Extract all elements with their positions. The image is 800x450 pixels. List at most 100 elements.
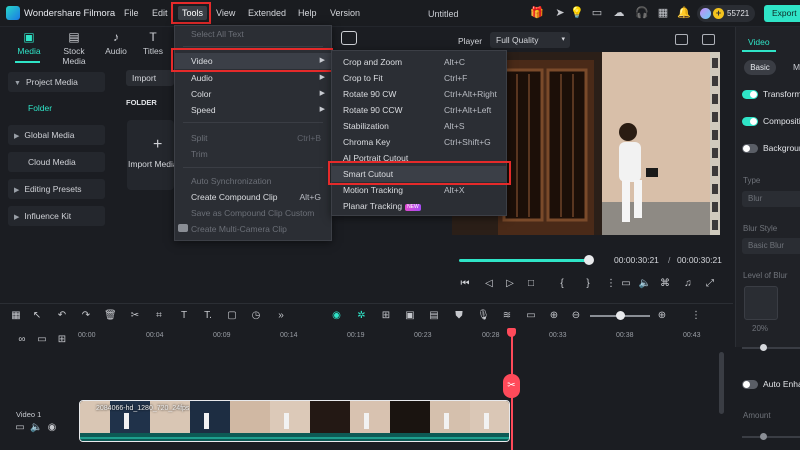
redo-icon[interactable]: ↷ — [80, 310, 92, 322]
speaker-icon[interactable]: 🔈 — [30, 422, 42, 434]
sidebar-item-folder[interactable]: Folder — [28, 103, 52, 113]
ai-tools-icon[interactable]: ⊕ — [548, 310, 560, 322]
folder-lock-icon[interactable]: ▭ — [14, 422, 26, 434]
snap-icon[interactable]: ✲ — [355, 309, 368, 322]
menu-item-stabilization[interactable]: Stabilization Alt+S — [332, 118, 506, 134]
blur-slider-handle[interactable] — [760, 344, 767, 351]
grid-icon[interactable]: ▦ — [656, 7, 670, 20]
delete-icon[interactable]: 🗑 — [104, 310, 117, 322]
menu-item-save-as-compound-clip-custom[interactable]: Save as Compound Clip Custom — [175, 205, 331, 221]
playback-scrubber-handle[interactable] — [584, 255, 594, 265]
menu-help[interactable]: Help — [298, 8, 317, 18]
add-track-icon[interactable]: ⊞ — [56, 334, 68, 346]
transform-toggle[interactable] — [742, 90, 758, 99]
link-icon[interactable]: ∞ — [16, 334, 28, 346]
menu-item-rotate-90-cw[interactable]: Rotate 90 CW Ctrl+Alt+Right — [332, 86, 506, 102]
credits-badge[interactable]: + 55721 — [697, 5, 755, 22]
camera-icon[interactable]: ⌘ — [658, 277, 672, 291]
sidebar-item-project-media[interactable]: ▼ Project Media — [8, 72, 105, 92]
mark-in-icon[interactable]: { — [555, 277, 569, 291]
quality-dropdown[interactable]: Full Quality ▾ — [490, 32, 570, 48]
send-icon[interactable]: ➤ — [553, 7, 567, 20]
import-media-tile[interactable]: + — [127, 120, 174, 190]
eye-icon[interactable]: ◉ — [46, 422, 58, 434]
stop-icon[interactable]: □ — [524, 277, 538, 291]
folder-icon[interactable] — [341, 31, 357, 45]
lightbulb-icon[interactable]: 💡 — [570, 7, 584, 20]
sidebar-item-influence-kit[interactable]: ▶ Influence Kit — [8, 206, 105, 226]
timeline-scrollbar[interactable] — [719, 352, 724, 414]
split-scissors-icon[interactable]: ✂ — [503, 374, 520, 398]
menu-item-planar-tracking[interactable]: Planar Tracking NEW — [332, 198, 506, 214]
picture-in-picture-icon[interactable]: ▭ — [525, 310, 537, 322]
microphone-icon[interactable]: 🎙 — [477, 310, 490, 322]
blur-slider-track[interactable] — [742, 347, 800, 349]
cut-icon[interactable]: ✂ — [129, 310, 141, 322]
menu-item-crop-and-zoom[interactable]: Crop and Zoom Alt+C — [332, 54, 506, 70]
blur-style-dropdown[interactable]: Basic Blur — [742, 238, 800, 254]
mark-out-icon[interactable]: } — [581, 277, 595, 291]
zoom-out-icon[interactable]: ⊖ — [570, 310, 582, 322]
menu-extended[interactable]: Extended — [248, 8, 286, 18]
amount-slider-handle[interactable] — [760, 433, 767, 440]
ai-copilot-icon[interactable]: ◉ — [330, 309, 343, 322]
volume-icon[interactable]: ♫ — [681, 277, 695, 291]
crop-icon[interactable]: ⌗ — [153, 310, 165, 322]
sidebar-item-cloud-media[interactable]: Cloud Media — [8, 152, 105, 172]
proxy-icon[interactable]: ▤ — [428, 310, 440, 322]
background-toggle[interactable] — [742, 144, 758, 153]
shield-icon[interactable]: ⛊ — [453, 310, 465, 322]
menu-item-audio[interactable]: Audio ▶ — [175, 70, 331, 86]
menu-item-crop-to-fit[interactable]: Crop to Fit Ctrl+F — [332, 70, 506, 86]
menu-file[interactable]: File — [124, 8, 139, 18]
menu-item-chroma-key[interactable]: Chroma Key Ctrl+Shift+G — [332, 134, 506, 150]
menu-version[interactable]: Version — [330, 8, 360, 18]
select-tool-icon[interactable]: ↖ — [31, 310, 43, 322]
export-button[interactable]: Export — [764, 5, 800, 22]
image-icon[interactable] — [702, 34, 715, 45]
auto-enhance-toggle[interactable] — [742, 380, 758, 389]
rewind-icon[interactable]: ◁ — [482, 277, 496, 291]
blur-level-preview[interactable] — [744, 286, 778, 320]
tab-video[interactable]: Video — [748, 37, 770, 47]
menu-item-color[interactable]: Color ▶ — [175, 86, 331, 102]
tool-stock-media[interactable]: ▤ Stock Media — [52, 30, 96, 66]
more-icon[interactable]: » — [275, 310, 287, 322]
tool-titles[interactable]: T Titles — [134, 30, 172, 56]
fullscreen-icon[interactable]: ⤢ — [703, 277, 717, 291]
menu-view[interactable]: View — [216, 8, 235, 18]
tab-second[interactable]: M — [793, 62, 800, 72]
menu-item-speed[interactable]: Speed ▶ — [175, 102, 331, 118]
menu-item-auto-synchronization[interactable]: Auto Synchronization — [175, 173, 331, 189]
menu-item-split[interactable]: Split Ctrl+B — [175, 130, 331, 146]
menu-item-create-multi-camera-clip[interactable]: Create Multi-Camera Clip — [175, 221, 331, 237]
gift-icon[interactable]: 🎁 — [530, 7, 544, 20]
zoom-slider-handle[interactable] — [616, 311, 625, 320]
timeline-options-icon[interactable]: ⋮ — [690, 310, 702, 322]
sidebar-item-global-media[interactable]: ▶ Global Media — [8, 125, 105, 145]
bell-icon[interactable]: 🔔 — [677, 7, 691, 20]
compositing-toggle[interactable] — [742, 117, 758, 126]
menu-item-select-all-text[interactable]: Select All Text — [175, 26, 331, 42]
keyframe-icon[interactable]: ▣ — [404, 310, 416, 322]
tool-audio[interactable]: ♪ Audio — [96, 30, 136, 56]
monitor-icon[interactable]: ▭ — [590, 7, 604, 20]
tool-media[interactable]: ▣ Media — [9, 30, 49, 56]
audio-edit-icon[interactable]: ≋ — [501, 310, 513, 322]
menu-edit[interactable]: Edit — [152, 8, 168, 18]
import-dropdown[interactable]: Import — [126, 70, 174, 86]
type-dropdown[interactable]: Blur — [742, 191, 800, 207]
speaker-icon[interactable]: 🔈 — [638, 277, 652, 291]
playhead-handle[interactable] — [507, 328, 516, 337]
playback-progress[interactable] — [459, 259, 589, 262]
display-icon[interactable]: ▭ — [619, 277, 633, 291]
step-back-icon[interactable]: ⏮ — [458, 277, 472, 291]
undo-icon[interactable]: ↶ — [56, 310, 68, 322]
menu-item-rotate-90-ccw[interactable]: Rotate 90 CCW Ctrl+Alt+Left — [332, 102, 506, 118]
menu-item-trim[interactable]: Trim — [175, 146, 331, 162]
speed-icon[interactable]: ◷ — [250, 310, 262, 322]
render-icon[interactable]: ⋮ — [604, 277, 618, 291]
grid-view-icon[interactable] — [675, 34, 688, 45]
menu-item-create-compound-clip[interactable]: Create Compound Clip Alt+G — [175, 189, 331, 205]
cloud-upload-icon[interactable]: ☁ — [612, 7, 626, 20]
